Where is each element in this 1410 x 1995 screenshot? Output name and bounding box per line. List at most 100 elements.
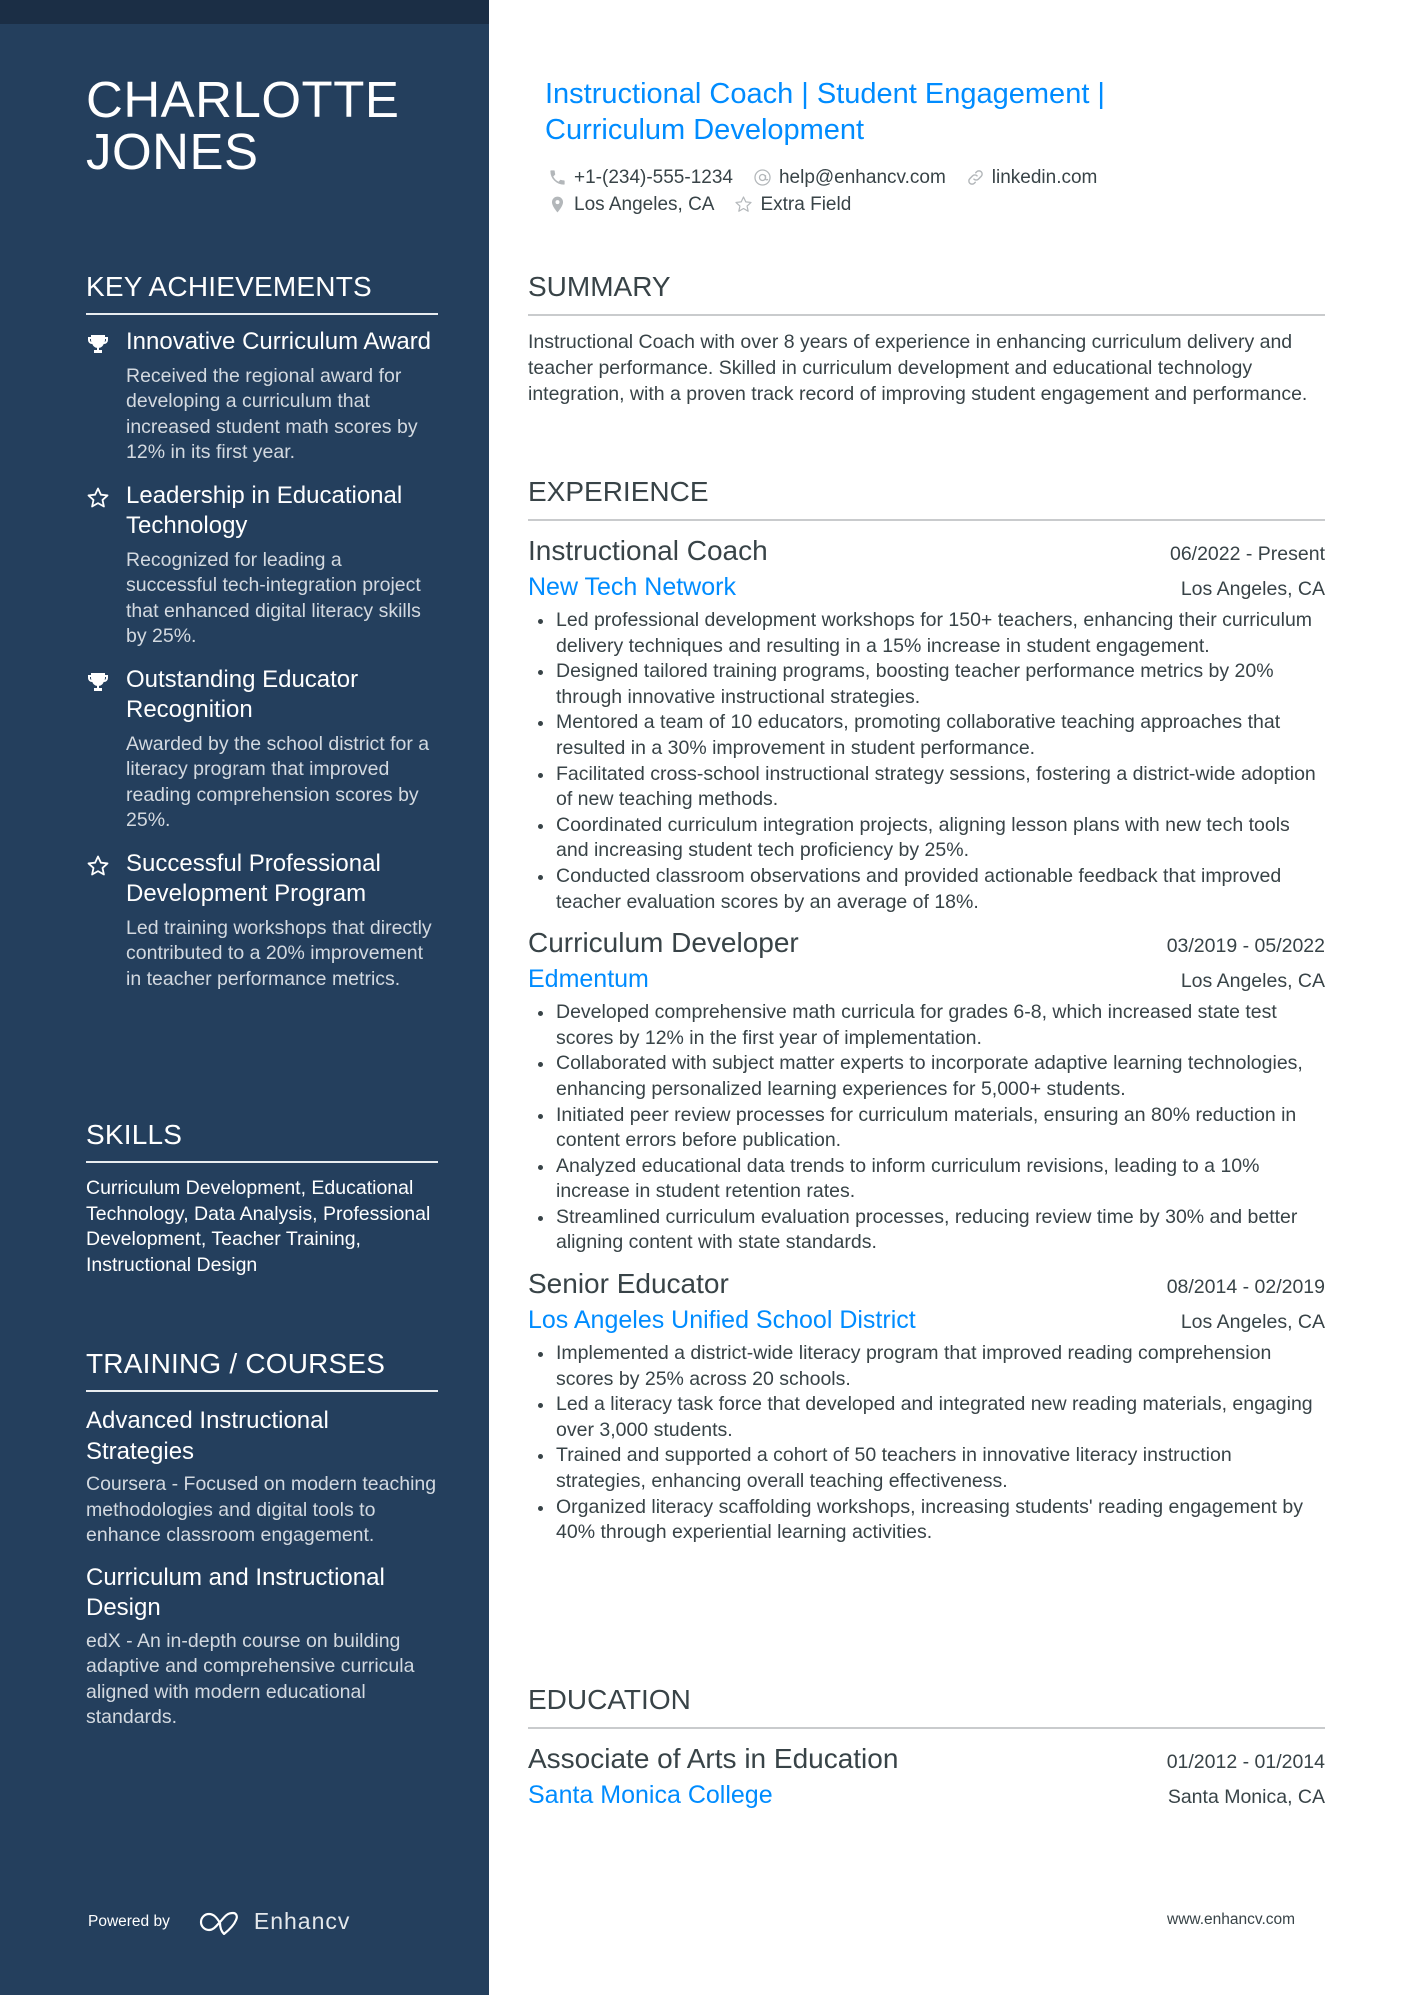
job-title: Curriculum Developer bbox=[528, 927, 799, 959]
job-entry: Senior Educator 08/2014 - 02/2019 Los An… bbox=[528, 1266, 1325, 1546]
education-divider bbox=[528, 1727, 1325, 1729]
achievement-title: Outstanding Educator Recognition bbox=[126, 665, 359, 724]
job-bullets: Led professional development workshops f… bbox=[528, 608, 1325, 915]
education-school[interactable]: Santa Monica College bbox=[528, 1777, 773, 1813]
candidate-name: CHARLOTTE JONES bbox=[86, 71, 400, 180]
course-item: Advanced Instructional Strategies Course… bbox=[86, 1406, 438, 1549]
location-pin-icon bbox=[551, 196, 564, 213]
job-bullet: Led professional development workshops f… bbox=[528, 608, 1325, 659]
contact-phone-text: +1-(234)-555-1234 bbox=[574, 166, 733, 188]
job-company[interactable]: Los Angeles Unified School District bbox=[528, 1302, 916, 1338]
summary-divider bbox=[528, 314, 1325, 316]
enhancv-logo-icon bbox=[199, 1911, 238, 1935]
experience-title: EXPERIENCE bbox=[528, 476, 709, 507]
sidebar: CHARLOTTE JONES KEY ACHIEVEMENTS Innovat… bbox=[0, 0, 489, 1995]
achievement-title: Leadership in Educational Technology bbox=[126, 481, 403, 540]
achievement-description: Awarded by the school district for a lit… bbox=[126, 732, 430, 832]
enhancv-brand: Enhancv bbox=[253, 1908, 351, 1934]
achievements-section: KEY ACHIEVEMENTS Innovative Curriculum A… bbox=[86, 270, 438, 1007]
education-degree: Associate of Arts in Education bbox=[528, 1743, 899, 1774]
job-bullets: Developed comprehensive math curricula f… bbox=[528, 1000, 1325, 1256]
contact-email-text: help@enhancv.com bbox=[778, 166, 946, 188]
experience-divider bbox=[528, 519, 1325, 521]
job-bullet: Collaborated with subject matter experts… bbox=[528, 1051, 1325, 1102]
contact-location-text: Los Angeles, CA bbox=[574, 193, 715, 215]
star-icon bbox=[87, 855, 109, 875]
job-bullet: Developed comprehensive math curricula f… bbox=[528, 1000, 1325, 1051]
job-bullet: Led a literacy task force that developed… bbox=[528, 1392, 1325, 1443]
skills-title: SKILLS bbox=[86, 1119, 183, 1150]
contact-linkedin-text: linkedin.com bbox=[991, 166, 1098, 188]
powered-by[interactable]: Powered by Enhancv bbox=[88, 1908, 350, 1935]
job-bullet: Implemented a district-wide literacy pro… bbox=[528, 1341, 1325, 1392]
job-bullets: Implemented a district-wide literacy pro… bbox=[528, 1341, 1325, 1546]
link-icon bbox=[967, 170, 983, 185]
job-bullet: Coordinated curriculum integration proje… bbox=[528, 813, 1325, 864]
job-bullet: Initiated peer review processes for curr… bbox=[528, 1103, 1325, 1154]
skills-divider bbox=[86, 1161, 438, 1163]
job-location: Los Angeles, CA bbox=[1180, 1311, 1325, 1334]
achievement-title: Successful Professional Development Prog… bbox=[126, 849, 381, 908]
achievement-title: Innovative Curriculum Award bbox=[126, 328, 432, 355]
course-description: edX - An in-depth course on building ada… bbox=[86, 1629, 415, 1729]
job-company[interactable]: New Tech Network bbox=[528, 569, 736, 605]
skills-list: Curriculum Development, Educational Tech… bbox=[86, 1177, 431, 1276]
job-entry: Instructional Coach 06/2022 - Present Ne… bbox=[528, 533, 1325, 915]
course-item: Curriculum and Instructional Design edX … bbox=[86, 1563, 438, 1731]
at-icon bbox=[754, 169, 771, 186]
headline: Instructional Coach | Student Engagement… bbox=[545, 78, 1105, 146]
contact-info: +1-(234)-555-1234 help@enhancv.com linke… bbox=[548, 164, 1248, 218]
trophy-icon bbox=[88, 335, 108, 353]
contact-location: Los Angeles, CA bbox=[548, 194, 714, 216]
achievement-description: Received the regional award for developi… bbox=[126, 364, 418, 464]
achievements-title: KEY ACHIEVEMENTS bbox=[86, 271, 372, 302]
job-title: Senior Educator bbox=[528, 1268, 729, 1300]
job-bullet: Facilitated cross-school instructional s… bbox=[528, 762, 1325, 813]
job-bullet: Conducted classroom observations and pro… bbox=[528, 864, 1325, 915]
sidebar-top-band bbox=[0, 0, 489, 24]
achievements-divider bbox=[86, 313, 438, 315]
star-icon bbox=[87, 487, 109, 507]
job-bullet: Streamlined curriculum evaluation proces… bbox=[528, 1205, 1325, 1256]
phone-icon bbox=[550, 170, 565, 185]
summary-section: SUMMARY Instructional Coach with over 8 … bbox=[528, 270, 1325, 407]
education-entry: Associate of Arts in Education 01/2012 -… bbox=[528, 1741, 1325, 1813]
job-title: Instructional Coach bbox=[528, 535, 768, 566]
course-description: Coursera - Focused on modern teaching me… bbox=[86, 1473, 437, 1546]
contact-phone[interactable]: +1-(234)-555-1234 bbox=[548, 167, 733, 189]
achievement-description: Led training workshops that directly con… bbox=[126, 916, 432, 990]
contact-extra: Extra Field bbox=[734, 194, 851, 216]
achievement-item: Leadership in Educational Technology Rec… bbox=[86, 481, 438, 650]
course-title: Curriculum and Instructional Design bbox=[86, 1563, 385, 1622]
training-section: TRAINING / COURSES Advanced Instructiona… bbox=[86, 1347, 438, 1731]
powered-by-label: Powered by bbox=[88, 1912, 170, 1930]
job-bullet: Organized literacy scaffolding workshops… bbox=[528, 1495, 1325, 1546]
training-title: TRAINING / COURSES bbox=[86, 1348, 386, 1379]
footer-website-link[interactable]: www.enhancv.com bbox=[1167, 1911, 1295, 1929]
job-bullet: Trained and supported a cohort of 50 tea… bbox=[528, 1443, 1325, 1494]
job-bullet: Designed tailored training programs, boo… bbox=[528, 659, 1325, 710]
job-dates: 06/2022 - Present bbox=[1169, 543, 1325, 565]
education-location: Santa Monica, CA bbox=[1167, 1786, 1325, 1808]
job-bullet: Analyzed educational data trends to info… bbox=[528, 1154, 1325, 1205]
achievement-item: Successful Professional Development Prog… bbox=[86, 849, 438, 993]
education-dates: 01/2012 - 01/2014 bbox=[1166, 1751, 1325, 1773]
summary-text: Instructional Coach with over 8 years of… bbox=[528, 331, 1308, 405]
summary-title: SUMMARY bbox=[528, 271, 671, 302]
job-dates: 03/2019 - 05/2022 bbox=[1166, 935, 1325, 958]
star-outline-icon bbox=[735, 196, 753, 212]
job-company[interactable]: Edmentum bbox=[528, 961, 649, 997]
job-entry: Curriculum Developer 03/2019 - 05/2022 E… bbox=[528, 925, 1325, 1256]
achievement-item: Innovative Curriculum Award Received the… bbox=[86, 327, 438, 466]
job-bullet: Mentored a team of 10 educators, promoti… bbox=[528, 710, 1325, 761]
experience-section: EXPERIENCE Instructional Coach 06/2022 -… bbox=[528, 475, 1325, 1546]
training-divider bbox=[86, 1390, 438, 1392]
contact-email[interactable]: help@enhancv.com bbox=[753, 167, 946, 189]
education-title: EDUCATION bbox=[528, 1684, 691, 1715]
course-title: Advanced Instructional Strategies bbox=[86, 1407, 329, 1465]
job-location: Los Angeles, CA bbox=[1180, 578, 1325, 600]
skills-section: SKILLS Curriculum Development, Education… bbox=[86, 1118, 438, 1278]
contact-linkedin[interactable]: linkedin.com bbox=[966, 166, 1098, 189]
trophy-icon bbox=[88, 672, 108, 691]
job-dates: 08/2014 - 02/2019 bbox=[1166, 1276, 1325, 1299]
